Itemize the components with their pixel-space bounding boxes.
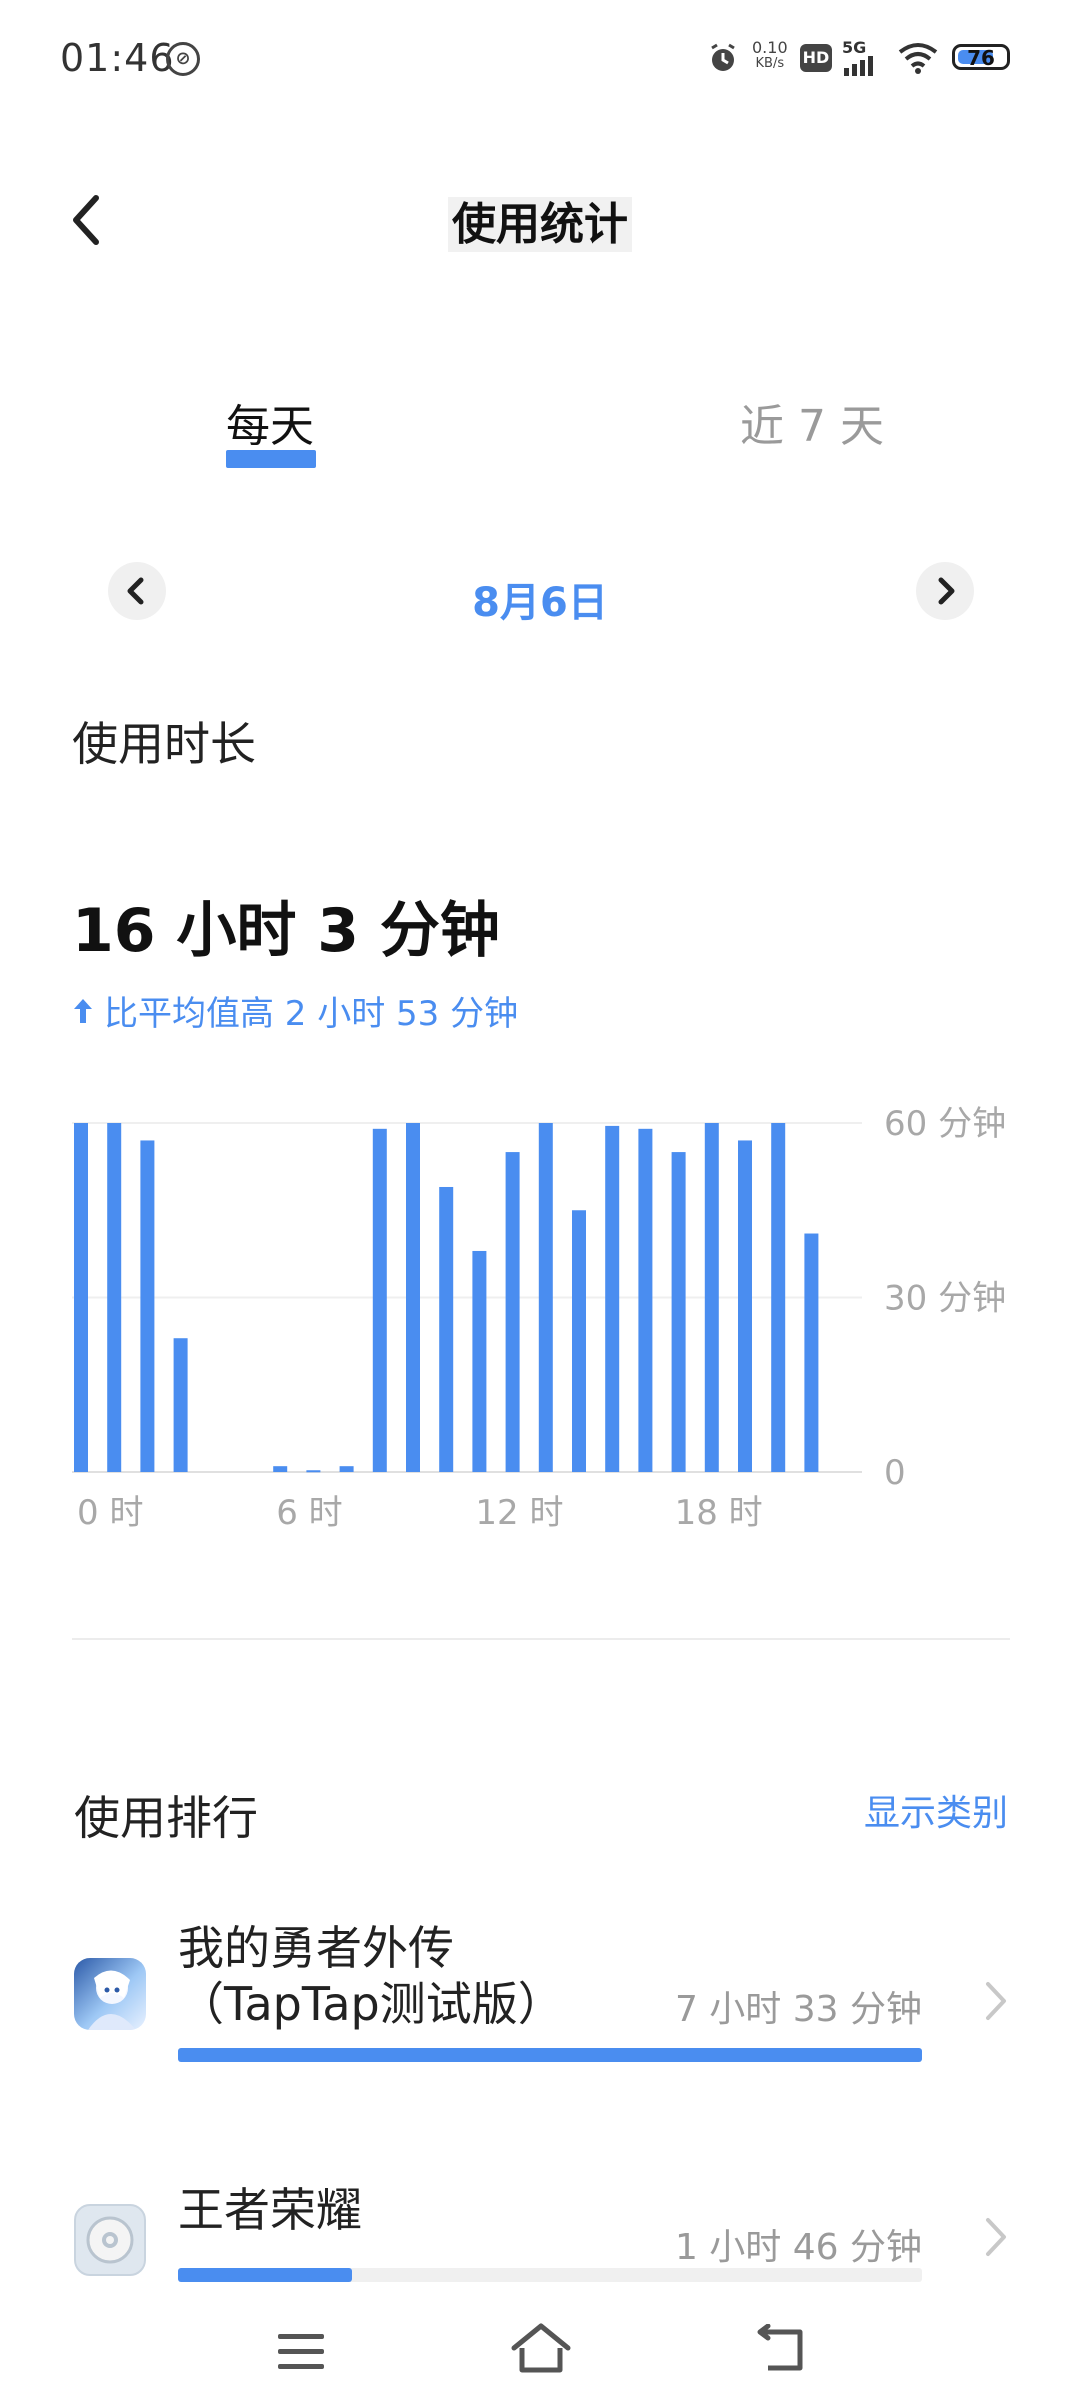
chart-bar-hour-21 <box>771 1123 786 1472</box>
chart-bar-hour-15 <box>572 1210 586 1472</box>
usage-total: 16 小时 3 分钟 <box>72 896 500 966</box>
chart-bar-hour-19 <box>704 1123 719 1472</box>
chevron-right-icon <box>938 577 955 605</box>
x-tick-label: 0 时 <box>77 1493 143 1533</box>
net-speed: 0.10 KB/s <box>752 38 788 72</box>
app-usage-bar-fill <box>178 2268 353 2282</box>
chart-bar-hour-7 <box>306 1470 321 1473</box>
app-usage-bar-fill <box>178 2048 922 2062</box>
usage-compare: 比平均值高 2 小时 53 分钟 <box>72 986 518 1035</box>
battery-indicator: 76 <box>952 44 1010 70</box>
chevron-right-icon <box>986 1982 1006 2020</box>
y-tick-label: 30 分钟 <box>884 1279 1006 1319</box>
alarm-icon <box>711 43 735 71</box>
system-navigation-bar <box>0 2300 1080 2400</box>
app-usage-bar <box>178 2048 922 2062</box>
chart-bar-hour-22 <box>804 1233 819 1472</box>
chart-bar-hour-6 <box>273 1466 288 1472</box>
usage-duration-label: 使用时长 <box>72 717 256 771</box>
app-name: 我的勇者外传 （TapTap测试版） <box>178 1920 564 2032</box>
usage-ranking-label: 使用排行 <box>74 1791 258 1845</box>
chart-bar-hour-18 <box>671 1152 686 1472</box>
signal-icon <box>844 56 873 76</box>
chevron-right-icon <box>986 2218 1006 2256</box>
app-name: 王者荣耀 <box>178 2183 362 2237</box>
hd-badge: HD <box>800 44 832 72</box>
chart-bar-hour-17 <box>638 1128 653 1472</box>
chart-bar-hour-0 <box>74 1123 88 1472</box>
app-icon-my-brave-legend <box>74 1958 146 2030</box>
status-notification-icon: ⊘ <box>166 42 200 76</box>
chart-bar-hour-12 <box>472 1250 487 1472</box>
y-tick-label: 0 <box>884 1453 906 1493</box>
chart-bar-hour-14 <box>538 1123 553 1472</box>
app-icon-honor-of-kings <box>74 2204 146 2276</box>
tab-last-7-days[interactable]: 近 7 天 <box>740 390 884 454</box>
show-category-button[interactable]: 显示类别 <box>864 1784 1008 1836</box>
app-usage-time: 7 小时 33 分钟 <box>674 1989 922 2030</box>
app-logo-icon <box>86 2216 134 2264</box>
chart-bar-hour-20 <box>738 1140 752 1472</box>
x-tick-label: 6 时 <box>276 1493 342 1533</box>
status-time: 01:46 <box>60 36 175 80</box>
chart-bar-hour-9 <box>372 1128 387 1472</box>
app-avatar-icon <box>88 1970 136 2030</box>
app-name-line2: （TapTap测试版） <box>178 1977 564 2031</box>
chart-bar-hour-11 <box>439 1186 454 1472</box>
app-usage-bar <box>178 2268 922 2282</box>
network-type: 5G <box>842 38 867 57</box>
app-row-1[interactable]: 我的勇者外传 （TapTap测试版） 7 小时 33 分钟 <box>0 1920 1080 2090</box>
chart-bar-hour-8 <box>339 1466 354 1472</box>
menu-icon[interactable] <box>276 2330 326 2374</box>
hourly-usage-chart: 60 分钟 30 分钟 0 0 时 6 时 12 时 18 时 <box>72 1104 1006 1533</box>
chart-bar-hour-2 <box>140 1140 155 1472</box>
next-day-button[interactable] <box>916 562 974 620</box>
app-usage-time: 1 小时 46 分钟 <box>674 2227 922 2268</box>
chart-bar-hour-3 <box>173 1338 188 1472</box>
y-tick-label: 60 分钟 <box>884 1104 1006 1144</box>
tab-daily[interactable]: 每天 <box>226 390 314 454</box>
chart-bar-hour-16 <box>605 1125 620 1472</box>
app-row-2[interactable]: 王者荣耀 1 小时 46 分钟 <box>0 2180 1080 2300</box>
app-name-line1: 我的勇者外传 <box>178 1921 454 1975</box>
page-title: 使用统计 <box>0 188 1080 252</box>
section-divider <box>72 1638 1010 1640</box>
chart-bar-hour-13 <box>505 1152 520 1472</box>
chart-bar-hour-1 <box>107 1123 122 1472</box>
back-nav-icon[interactable] <box>756 2324 808 2374</box>
arrow-up-icon <box>74 999 92 1023</box>
home-icon[interactable] <box>510 2322 572 2376</box>
chart-bar-hour-10 <box>406 1123 420 1472</box>
usage-compare-text: 比平均值高 2 小时 53 分钟 <box>104 994 519 1034</box>
x-tick-label: 12 时 <box>475 1493 563 1533</box>
x-tick-label: 18 时 <box>675 1493 763 1533</box>
tab-active-indicator <box>226 450 316 468</box>
wifi-icon <box>898 43 938 74</box>
